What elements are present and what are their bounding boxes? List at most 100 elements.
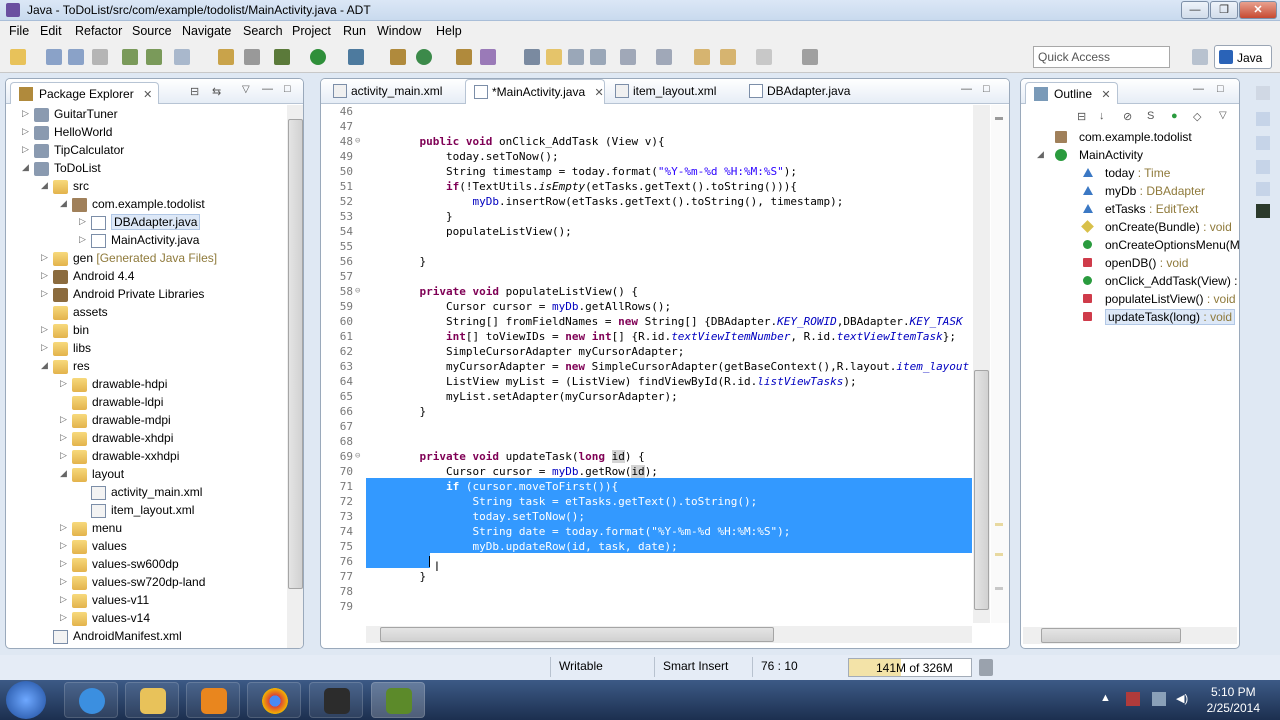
tree-item[interactable]: assets bbox=[6, 304, 286, 322]
tree-item[interactable]: ▷ menu bbox=[6, 520, 286, 538]
editor-hscroll-thumb[interactable] bbox=[380, 627, 774, 642]
taskbar-file-explorer[interactable] bbox=[125, 682, 179, 718]
lint-icon[interactable] bbox=[174, 49, 190, 65]
collapsed-arrow-icon[interactable]: ▷ bbox=[22, 144, 32, 155]
avd-manager-icon[interactable] bbox=[146, 49, 162, 65]
external-tools-icon[interactable] bbox=[348, 49, 364, 65]
expanded-arrow-icon[interactable]: ◢ bbox=[60, 198, 70, 209]
java-perspective-button[interactable]: Java bbox=[1214, 45, 1272, 69]
tree-item[interactable]: ▷ drawable-hdpi bbox=[6, 376, 286, 394]
view-menu-icon[interactable]: ▽ bbox=[1219, 110, 1227, 121]
heap-status[interactable]: 141M of 326M bbox=[848, 658, 972, 677]
tree-item[interactable]: ▷ Android Private Libraries bbox=[6, 286, 286, 304]
maximize-editor-icon[interactable]: □ bbox=[983, 83, 990, 95]
previous-annotation-icon[interactable] bbox=[656, 49, 672, 65]
editor-vertical-scrollbar[interactable] bbox=[973, 105, 990, 623]
close-tab-icon[interactable]: ✕ bbox=[1101, 89, 1110, 101]
new-icon[interactable] bbox=[10, 49, 26, 65]
tab-item-layout-xml[interactable]: item_layout.xml bbox=[607, 79, 737, 104]
save-icon[interactable] bbox=[46, 49, 62, 65]
tree-item[interactable]: ▷ values-sw600dp bbox=[6, 556, 286, 574]
outline-tab[interactable]: Outline ✕ bbox=[1025, 82, 1118, 104]
quick-access-input[interactable]: Quick Access bbox=[1033, 46, 1170, 68]
collapsed-arrow-icon[interactable]: ▷ bbox=[60, 450, 70, 461]
outline-item[interactable]: populateListView() : void bbox=[1021, 291, 1239, 309]
editor-vscroll-thumb[interactable] bbox=[974, 370, 989, 610]
expanded-arrow-icon[interactable]: ◢ bbox=[41, 360, 51, 371]
toggle-word-wrap-icon[interactable] bbox=[546, 49, 562, 65]
collapsed-arrow-icon[interactable]: ▷ bbox=[22, 108, 32, 119]
forward-icon[interactable] bbox=[756, 49, 772, 65]
tree-item[interactable]: ▷ values-sw720dp-land bbox=[6, 574, 286, 592]
back-icon[interactable] bbox=[720, 49, 736, 65]
tab-main-activity-java[interactable]: *MainActivity.java ✕ bbox=[465, 79, 605, 104]
tree-item[interactable]: ▷ drawable-mdpi bbox=[6, 412, 286, 430]
outline-item[interactable]: openDB() : void bbox=[1021, 255, 1239, 273]
fold-toggle-icon[interactable]: ⊖ bbox=[355, 136, 360, 146]
collapsed-arrow-icon[interactable]: ▷ bbox=[41, 288, 51, 299]
tree-item[interactable]: ▷ gen [Generated Java Files] bbox=[6, 250, 286, 268]
close-tab-icon[interactable]: ✕ bbox=[143, 89, 152, 101]
outline-item[interactable]: etTasks : EditText bbox=[1021, 201, 1239, 219]
taskbar-eclipse[interactable] bbox=[371, 682, 425, 718]
expanded-arrow-icon[interactable]: ◢ bbox=[22, 162, 32, 173]
hide-local-types-icon[interactable]: ◇ bbox=[1193, 110, 1201, 123]
menu-search[interactable]: Search bbox=[243, 24, 283, 38]
logcat-icon[interactable] bbox=[1256, 204, 1270, 218]
menu-refactor[interactable]: Refactor bbox=[75, 24, 122, 38]
collapsed-arrow-icon[interactable]: ▷ bbox=[60, 612, 70, 623]
menu-source[interactable]: Source bbox=[132, 24, 172, 38]
menu-edit[interactable]: Edit bbox=[40, 24, 62, 38]
menu-project[interactable]: Project bbox=[292, 24, 331, 38]
menu-run[interactable]: Run bbox=[343, 24, 366, 38]
collapsed-arrow-icon[interactable]: ▷ bbox=[41, 252, 51, 263]
collapsed-arrow-icon[interactable]: ▷ bbox=[60, 432, 70, 443]
outline-item[interactable]: ◢ MainActivity bbox=[1021, 147, 1239, 165]
tree-item[interactable]: ◢ src bbox=[6, 178, 286, 196]
collapsed-arrow-icon[interactable]: ▷ bbox=[41, 324, 51, 335]
package-tree-scrollbar[interactable] bbox=[287, 105, 303, 648]
menu-window[interactable]: Window bbox=[377, 24, 421, 38]
taskbar-internet-explorer[interactable] bbox=[64, 682, 118, 718]
fold-toggle-icon[interactable]: ⊖ bbox=[355, 286, 360, 296]
declaration-icon[interactable] bbox=[1256, 136, 1270, 150]
tree-item[interactable]: ◢ res bbox=[6, 358, 286, 376]
menu-navigate[interactable]: Navigate bbox=[182, 24, 231, 38]
collapsed-arrow-icon[interactable]: ▷ bbox=[60, 594, 70, 605]
hide-fields-icon[interactable]: ⊘ bbox=[1123, 110, 1132, 123]
start-button[interactable] bbox=[6, 681, 46, 719]
tree-item[interactable]: ▷ Android 4.4 bbox=[6, 268, 286, 286]
volume-icon[interactable]: ◀) bbox=[1176, 692, 1190, 706]
package-explorer-tab[interactable]: Package Explorer ✕ bbox=[10, 82, 160, 104]
expanded-arrow-icon[interactable]: ◢ bbox=[60, 468, 70, 479]
tree-item[interactable]: ▷ values-v11 bbox=[6, 592, 286, 610]
minimize-editor-icon[interactable]: — bbox=[961, 83, 972, 95]
collapsed-arrow-icon[interactable]: ▷ bbox=[60, 378, 70, 389]
menu-file[interactable]: File bbox=[9, 24, 29, 38]
collapsed-arrow-icon[interactable]: ▷ bbox=[41, 270, 51, 281]
tree-item[interactable]: ▷ GuitarTuner bbox=[6, 106, 286, 124]
save-all-icon[interactable] bbox=[68, 49, 84, 65]
tab-activity-main-xml[interactable]: activity_main.xml bbox=[325, 79, 465, 104]
open-perspective-icon[interactable] bbox=[1192, 49, 1208, 65]
link-with-editor-icon[interactable]: ⇆ bbox=[212, 85, 221, 98]
tree-item[interactable]: ▷ libs bbox=[6, 340, 286, 358]
print-icon[interactable] bbox=[92, 49, 108, 65]
outline-hscroll-thumb[interactable] bbox=[1041, 628, 1181, 643]
maximize-button[interactable]: ❐ bbox=[1210, 1, 1238, 19]
search-icon[interactable] bbox=[480, 49, 496, 65]
garbage-collect-icon[interactable] bbox=[979, 659, 993, 676]
tree-item[interactable]: ▷ values-v14 bbox=[6, 610, 286, 628]
tree-item[interactable]: ▷ MainActivity.java bbox=[6, 232, 286, 250]
collapsed-arrow-icon[interactable]: ▷ bbox=[22, 126, 32, 137]
tree-item[interactable]: ▷ drawable-xhdpi bbox=[6, 430, 286, 448]
problems-icon[interactable] bbox=[1256, 160, 1270, 174]
tray-expand-icon[interactable]: ▲ bbox=[1100, 692, 1114, 706]
package-tree-scroll-thumb[interactable] bbox=[288, 119, 303, 589]
block-selection-icon[interactable] bbox=[568, 49, 584, 65]
fold-toggle-icon[interactable]: ⊖ bbox=[355, 451, 360, 461]
outline-item[interactable]: updateTask(long) : void bbox=[1021, 309, 1239, 327]
open-type-icon[interactable] bbox=[456, 49, 472, 65]
collapsed-arrow-icon[interactable]: ▷ bbox=[60, 576, 70, 587]
collapsed-arrow-icon[interactable]: ▷ bbox=[60, 414, 70, 425]
